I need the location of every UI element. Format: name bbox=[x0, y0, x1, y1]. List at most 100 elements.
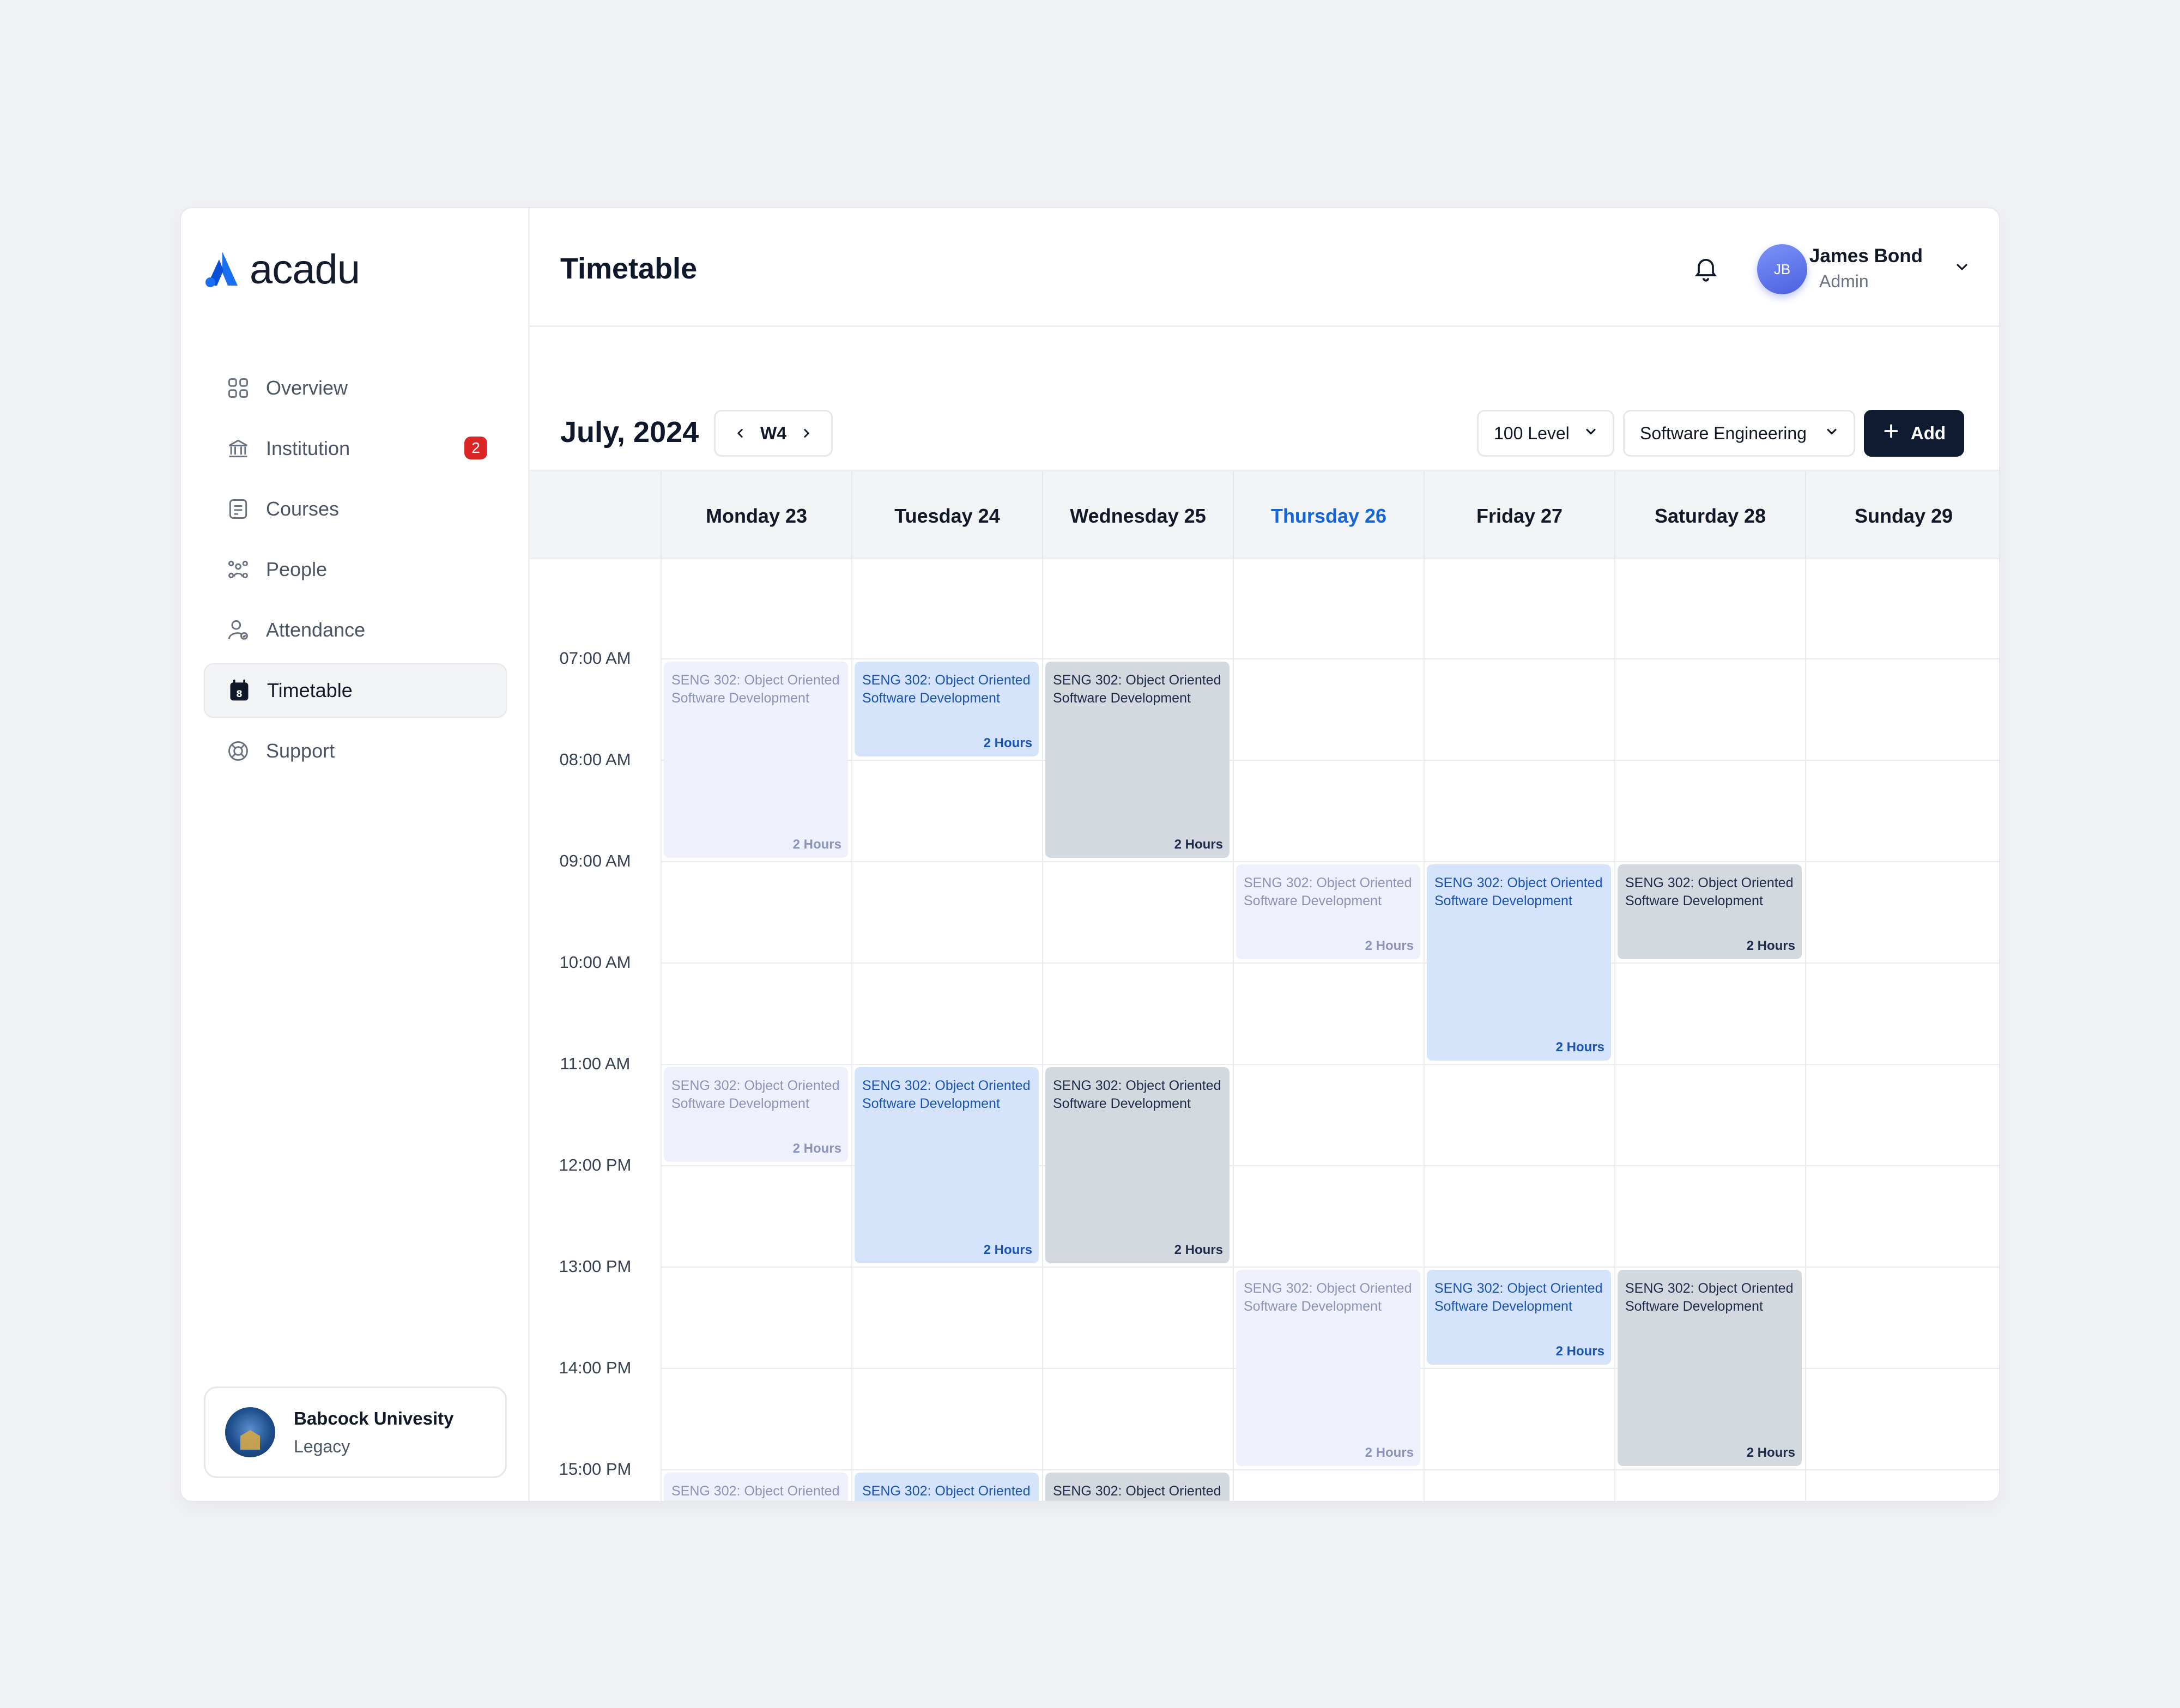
sidebar-item-attendance[interactable]: Attendance bbox=[204, 603, 507, 657]
timetable-event[interactable]: SENG 302: Object Oriented bbox=[855, 1473, 1039, 1501]
day-header-sunday[interactable]: Sunday 29 bbox=[1805, 471, 1999, 561]
chevron-down-icon bbox=[1824, 423, 1839, 444]
institution-subtitle: Legacy bbox=[294, 1436, 350, 1456]
sidebar-item-label: Timetable bbox=[267, 679, 353, 701]
chevron-down-icon bbox=[1583, 423, 1598, 444]
institution-info: Babcock Univesity Legacy bbox=[294, 1408, 453, 1457]
sidebar-item-timetable[interactable]: 8 Timetable bbox=[204, 663, 507, 718]
grid-column-line bbox=[1042, 559, 1043, 1501]
timetable-event[interactable]: SENG 302: Object Oriented Software Devel… bbox=[1236, 864, 1420, 959]
event-title: SENG 302: Object Oriented Software Devel… bbox=[1625, 875, 1794, 908]
lifebuoy-icon bbox=[226, 738, 251, 764]
timetable-event[interactable]: SENG 302: Object Oriented Software Devel… bbox=[1618, 864, 1802, 959]
hour-line bbox=[661, 962, 1999, 964]
institution-icon bbox=[226, 436, 251, 461]
level-select[interactable]: 100 Level bbox=[1477, 410, 1614, 457]
timetable-event[interactable]: SENG 302: Object Oriented Software Devel… bbox=[1236, 1270, 1420, 1466]
timetable-event[interactable]: SENG 302: Object Oriented Software Devel… bbox=[1045, 662, 1230, 858]
event-title: SENG 302: Object Oriented bbox=[1053, 1483, 1221, 1499]
timetable-event[interactable]: SENG 302: Object Oriented Software Devel… bbox=[664, 662, 848, 858]
week-navigator: W4 bbox=[714, 410, 833, 457]
avatar[interactable]: JB bbox=[1757, 244, 1807, 294]
timetable-event[interactable]: SENG 302: Object Oriented bbox=[1045, 1473, 1230, 1501]
institution-switcher[interactable]: Babcock Univesity Legacy bbox=[204, 1386, 507, 1478]
bell-icon[interactable] bbox=[1690, 252, 1722, 284]
timetable-event[interactable]: SENG 302: Object Oriented Software Devel… bbox=[1045, 1067, 1230, 1263]
event-duration: 2 Hours bbox=[1555, 1040, 1604, 1055]
calendar-header: Monday 23 Tuesday 24 Wednesday 25 Thursd… bbox=[530, 470, 1999, 561]
sidebar-item-people[interactable]: People bbox=[204, 542, 507, 597]
grid-column-line bbox=[1233, 559, 1234, 1501]
grid-column-line bbox=[1614, 559, 1615, 1501]
timetable-event[interactable]: SENG 302: Object Oriented Software Devel… bbox=[1427, 1270, 1611, 1365]
grid-column-line bbox=[851, 559, 852, 1501]
event-duration: 2 Hours bbox=[983, 736, 1032, 750]
sidebar-item-label: People bbox=[266, 558, 328, 580]
event-title: SENG 302: Object Oriented Software Devel… bbox=[1434, 1281, 1603, 1314]
brand-logo[interactable]: acadu bbox=[203, 246, 360, 293]
timetable-event[interactable]: SENG 302: Object Oriented Software Devel… bbox=[1618, 1270, 1802, 1466]
sidebar-item-label: Support bbox=[266, 740, 335, 762]
chevron-left-icon[interactable] bbox=[732, 425, 748, 441]
add-button[interactable]: Add bbox=[1864, 410, 1964, 457]
time-label: 11:00 AM bbox=[560, 1054, 631, 1073]
sidebar-nav: Overview Institution 2 Courses People At… bbox=[204, 361, 507, 784]
time-label: 08:00 AM bbox=[559, 750, 631, 769]
day-header-friday[interactable]: Friday 27 bbox=[1424, 471, 1614, 561]
calendar-grid: 07:00 AM 08:00 AM 09:00 AM 10:00 AM 11:0… bbox=[530, 559, 1999, 1501]
event-duration: 2 Hours bbox=[1746, 1445, 1795, 1460]
page-title: Timetable bbox=[560, 252, 698, 285]
event-title: SENG 302: Object Oriented Software Devel… bbox=[862, 1078, 1031, 1111]
user-role: Admin bbox=[1819, 271, 1869, 291]
notification-badge: 2 bbox=[464, 437, 487, 459]
event-title: SENG 302: Object Oriented Software Devel… bbox=[671, 673, 840, 706]
event-duration: 2 Hours bbox=[1174, 837, 1223, 852]
svg-text:8: 8 bbox=[236, 689, 242, 699]
event-title: SENG 302: Object Oriented Software Devel… bbox=[1244, 875, 1412, 908]
grid-icon bbox=[226, 375, 251, 401]
time-label: 12:00 PM bbox=[559, 1155, 632, 1174]
day-header-tuesday[interactable]: Tuesday 24 bbox=[851, 471, 1042, 561]
event-title: SENG 302: Object Oriented Software Devel… bbox=[1434, 875, 1603, 908]
sidebar-item-institution[interactable]: Institution 2 bbox=[204, 421, 507, 476]
timetable-event[interactable]: SENG 302: Object Oriented bbox=[664, 1473, 848, 1501]
day-header-monday[interactable]: Monday 23 bbox=[661, 471, 851, 561]
event-duration: 2 Hours bbox=[1555, 1344, 1604, 1359]
day-header-saturday[interactable]: Saturday 28 bbox=[1614, 471, 1805, 561]
timetable-event[interactable]: SENG 302: Object Oriented Software Devel… bbox=[664, 1067, 848, 1162]
time-label: 10:00 AM bbox=[559, 953, 631, 972]
main-content: Timetable JB James Bond Admin July, 2024… bbox=[530, 208, 1999, 1501]
week-calendar: Monday 23 Tuesday 24 Wednesday 25 Thursd… bbox=[530, 470, 1999, 1501]
app-window: acadu Overview Institution 2 Courses Peo… bbox=[180, 207, 2000, 1502]
chevron-right-icon[interactable] bbox=[798, 425, 815, 441]
day-header-wednesday[interactable]: Wednesday 25 bbox=[1042, 471, 1233, 561]
month-title: July, 2024 bbox=[560, 416, 699, 449]
sidebar-item-support[interactable]: Support bbox=[204, 724, 507, 778]
institution-logo bbox=[225, 1407, 275, 1457]
event-title: SENG 302: Object Oriented Software Devel… bbox=[1053, 1078, 1221, 1111]
sidebar-item-courses[interactable]: Courses bbox=[204, 482, 507, 536]
day-header-thursday[interactable]: Thursday 26 bbox=[1233, 471, 1424, 561]
add-button-label: Add bbox=[1910, 423, 1946, 443]
sidebar-item-label: Overview bbox=[266, 377, 348, 399]
timetable-event[interactable]: SENG 302: Object Oriented Software Devel… bbox=[855, 662, 1039, 756]
time-label: 14:00 PM bbox=[559, 1358, 632, 1377]
time-label: 07:00 AM bbox=[559, 649, 631, 668]
event-duration: 2 Hours bbox=[1746, 938, 1795, 953]
user-check-icon bbox=[226, 617, 251, 643]
department-select[interactable]: Software Engineering bbox=[1623, 410, 1855, 457]
document-icon bbox=[226, 496, 251, 522]
event-duration: 2 Hours bbox=[1365, 938, 1414, 953]
department-select-value: Software Engineering bbox=[1640, 423, 1807, 443]
sidebar-item-label: Courses bbox=[266, 498, 340, 520]
calendar-icon: 8 bbox=[227, 678, 252, 703]
event-duration: 2 Hours bbox=[792, 837, 841, 852]
grid-column-line bbox=[661, 559, 662, 1501]
event-title: SENG 302: Object Oriented bbox=[862, 1483, 1031, 1499]
timetable-event[interactable]: SENG 302: Object Oriented Software Devel… bbox=[855, 1067, 1039, 1263]
event-title: SENG 302: Object Oriented Software Devel… bbox=[1053, 673, 1221, 706]
timetable-event[interactable]: SENG 302: Object Oriented Software Devel… bbox=[1427, 864, 1611, 1061]
event-title: SENG 302: Object Oriented Software Devel… bbox=[1244, 1281, 1412, 1314]
chevron-down-icon[interactable] bbox=[1951, 256, 1973, 278]
sidebar-item-overview[interactable]: Overview bbox=[204, 361, 507, 415]
